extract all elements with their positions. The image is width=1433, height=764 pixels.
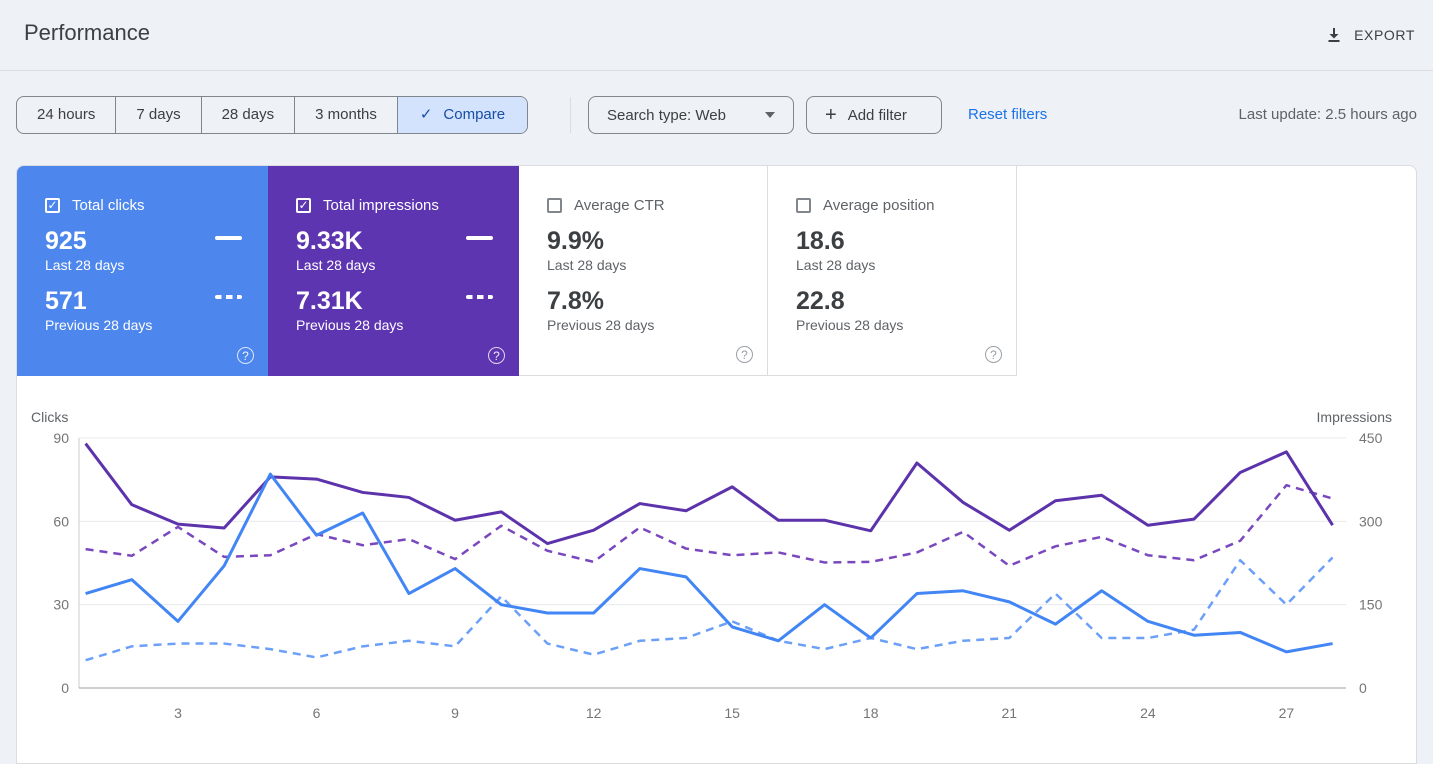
- x-axis-tick: 21: [1002, 705, 1018, 721]
- x-axis-tick: 6: [313, 705, 321, 721]
- left-axis-tick: 0: [61, 680, 69, 696]
- filter-divider: [570, 97, 571, 133]
- help-icon[interactable]: ?: [985, 346, 1002, 363]
- left-axis-tick: 30: [53, 597, 69, 613]
- tile-label: Total impressions: [323, 196, 439, 214]
- metric-tiles: ✓ Total clicks 925 Last 28 days 571 Prev…: [17, 166, 1416, 376]
- range-7-days-button[interactable]: 7 days: [116, 97, 202, 133]
- left-axis-title: Clicks: [31, 409, 68, 425]
- tile-previous-period: Previous 28 days: [547, 317, 655, 333]
- chevron-down-icon: [765, 112, 775, 118]
- x-axis-tick: 3: [174, 705, 182, 721]
- tile-label: Total clicks: [72, 196, 145, 214]
- dashed-line-icon: [466, 295, 493, 299]
- tile-current-period: Last 28 days: [547, 257, 627, 273]
- plus-icon: +: [825, 104, 837, 126]
- left-axis-tick: 90: [53, 430, 69, 446]
- tile-current-value: 925: [45, 227, 87, 255]
- help-icon[interactable]: ?: [237, 347, 254, 364]
- total-impressions-checkbox[interactable]: ✓: [296, 197, 311, 213]
- tile-previous-period: Previous 28 days: [45, 317, 153, 333]
- tile-total-impressions[interactable]: ✓ Total impressions 9.33K Last 28 days 7…: [268, 166, 519, 376]
- tile-current-value: 9.33K: [296, 227, 363, 255]
- check-icon: ✓: [419, 106, 433, 123]
- right-axis-tick: 300: [1359, 513, 1383, 529]
- range-3-months-button[interactable]: 3 months: [295, 97, 398, 133]
- export-label: EXPORT: [1354, 27, 1415, 43]
- range-28-days-button[interactable]: 28 days: [202, 97, 296, 133]
- average-ctr-checkbox[interactable]: [547, 197, 562, 213]
- x-axis-tick: 12: [586, 705, 602, 721]
- tile-current-period: Last 28 days: [296, 257, 376, 273]
- tile-current-value: 18.6: [796, 227, 845, 255]
- x-axis-tick: 24: [1140, 705, 1156, 721]
- performance-line-chart: 0 30 60 90 0 150 300 450 3 6 9 12 15 18 21 24 27 Clicks Im…: [31, 409, 1392, 721]
- tile-previous-value: 7.8%: [547, 287, 604, 315]
- tile-average-position[interactable]: Average position 18.6 Last 28 days 22.8 …: [768, 166, 1017, 376]
- add-filter-label: Add filter: [847, 106, 907, 124]
- right-axis-tick: 0: [1359, 680, 1367, 696]
- x-axis-tick: 15: [724, 705, 740, 721]
- tile-current-period: Last 28 days: [45, 257, 125, 273]
- tile-total-clicks[interactable]: ✓ Total clicks 925 Last 28 days 571 Prev…: [17, 166, 268, 376]
- average-position-checkbox[interactable]: [796, 197, 811, 213]
- dashed-line-icon: [215, 295, 242, 299]
- tile-previous-value: 7.31K: [296, 287, 363, 315]
- right-axis-tick: 450: [1359, 430, 1383, 446]
- series-impressions-last-28-days: [84, 442, 1334, 546]
- tile-label: Average CTR: [574, 196, 665, 214]
- help-icon[interactable]: ?: [736, 346, 753, 363]
- tile-label: Average position: [823, 196, 935, 214]
- check-icon: ✓: [47, 198, 58, 212]
- right-axis-title: Impressions: [1317, 409, 1392, 425]
- download-icon: [1325, 26, 1343, 44]
- search-type-label: Search type: Web: [607, 106, 726, 124]
- filter-bar: 24 hours 7 days 28 days 3 months ✓ Compa…: [0, 96, 1433, 134]
- export-button[interactable]: EXPORT: [1325, 22, 1415, 48]
- check-icon: ✓: [298, 198, 309, 212]
- date-range-group: 24 hours 7 days 28 days 3 months ✓ Compa…: [16, 96, 529, 134]
- right-axis-tick: 150: [1359, 597, 1383, 613]
- x-axis-tick: 27: [1279, 705, 1295, 721]
- series-clicks-previous-28-days: [85, 556, 1334, 662]
- tile-previous-value: 22.8: [796, 287, 845, 315]
- tile-previous-period: Previous 28 days: [296, 317, 404, 333]
- last-update-text: Last update: 2.5 hours ago: [1238, 106, 1417, 123]
- x-axis-tick: 9: [451, 705, 459, 721]
- left-axis-tick: 60: [53, 513, 69, 529]
- tile-previous-value: 571: [45, 287, 87, 315]
- reset-filters-link[interactable]: Reset filters: [968, 96, 1047, 134]
- tile-previous-period: Previous 28 days: [796, 317, 904, 333]
- compare-button[interactable]: ✓ Compare: [397, 97, 528, 133]
- total-clicks-checkbox[interactable]: ✓: [45, 197, 60, 213]
- x-axis-tick: 18: [863, 705, 879, 721]
- compare-label: Compare: [443, 106, 506, 123]
- solid-line-icon: [466, 236, 493, 240]
- series-clicks-last-28-days: [85, 472, 1333, 654]
- header-divider: [0, 70, 1433, 71]
- tile-current-value: 9.9%: [547, 227, 604, 255]
- solid-line-icon: [215, 236, 242, 240]
- range-24-hours-button[interactable]: 24 hours: [17, 97, 117, 133]
- tile-average-ctr[interactable]: Average CTR 9.9% Last 28 days 7.8% Previ…: [519, 166, 768, 376]
- page-title: Performance: [24, 20, 150, 45]
- search-type-dropdown[interactable]: Search type: Web: [588, 96, 794, 134]
- add-filter-button[interactable]: + Add filter: [806, 96, 942, 134]
- performance-panel: ✓ Total clicks 925 Last 28 days 571 Prev…: [16, 165, 1417, 764]
- tile-current-period: Last 28 days: [796, 257, 876, 273]
- help-icon[interactable]: ?: [488, 347, 505, 364]
